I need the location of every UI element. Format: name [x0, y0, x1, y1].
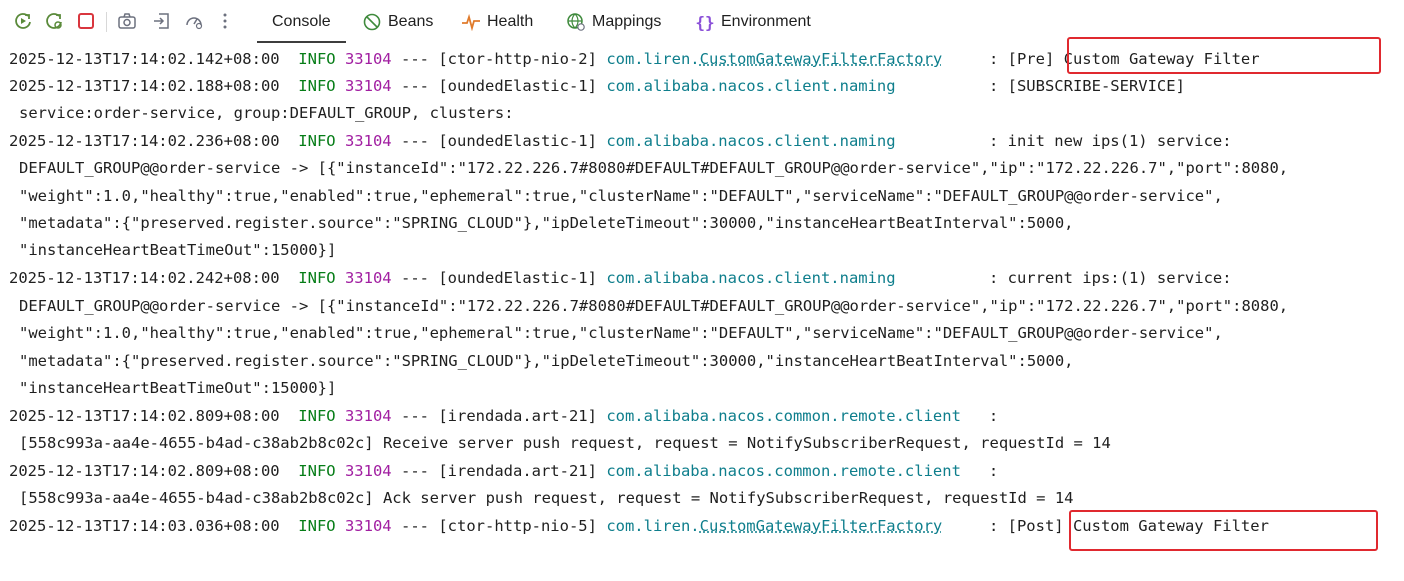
- log-separator: ---: [400, 407, 429, 425]
- environment-icon: {}: [695, 12, 715, 32]
- mappings-icon: [566, 12, 586, 32]
- log-colon: :: [988, 132, 999, 150]
- log-level: INFO: [298, 132, 336, 150]
- log-thread: [oundedElastic-1]: [438, 77, 597, 95]
- tab-environment[interactable]: {} Environment: [695, 0, 811, 44]
- log-timestamp: 2025-12-13T17:14:02.236+08:00: [9, 132, 280, 150]
- log-logger: com.alibaba.nacos.client.naming: [606, 269, 896, 287]
- console-output[interactable]: 2025-12-13T17:14:02.142+08:00 INFO 33104…: [0, 37, 1404, 581]
- log-timestamp: 2025-12-13T17:14:02.809+08:00: [9, 407, 280, 425]
- log-colon: :: [988, 77, 999, 95]
- log-logger: com.alibaba.nacos.common.remote.client: [606, 462, 961, 480]
- log-level: INFO: [298, 462, 336, 480]
- tab-environment-label: Environment: [721, 13, 811, 30]
- log-continuation: DEFAULT_GROUP@@order-service -> [{"insta…: [19, 159, 1289, 177]
- log-level: INFO: [298, 407, 336, 425]
- log-logger-link[interactable]: CustomGatewayFilterFactory: [700, 50, 943, 68]
- log-continuation: "metadata":{"preserved.register.source":…: [19, 214, 1074, 232]
- log-line: 2025-12-13T17:14:02.188+08:00 INFO 33104…: [9, 73, 1185, 100]
- log-timestamp: 2025-12-13T17:14:02.188+08:00: [9, 77, 280, 95]
- log-colon: :: [988, 517, 999, 535]
- log-logger: com.alibaba.nacos.common.remote.client: [606, 407, 961, 425]
- log-separator: ---: [400, 77, 429, 95]
- log-level: INFO: [298, 517, 336, 535]
- health-icon: [461, 12, 481, 32]
- log-colon: :: [988, 50, 999, 68]
- beans-icon: [362, 12, 382, 32]
- log-continuation: "instanceHeartBeatTimeOut":15000}]: [19, 379, 337, 397]
- log-thread: [oundedElastic-1]: [438, 132, 597, 150]
- log-logger-link[interactable]: CustomGatewayFilterFactory: [700, 517, 943, 535]
- camera-icon[interactable]: [116, 10, 138, 32]
- log-line: 2025-12-13T17:14:02.242+08:00 INFO 33104…: [9, 265, 1232, 292]
- log-continuation: "instanceHeartBeatTimeOut":15000}]: [19, 241, 337, 259]
- log-logger: com.alibaba.nacos.client.naming: [606, 77, 896, 95]
- restart-icon[interactable]: [43, 10, 65, 32]
- log-level: INFO: [298, 269, 336, 287]
- log-continuation: [558c993a-aa4e-4655-b4ad-c38ab2b8c02c] R…: [19, 434, 1111, 452]
- log-logger: com.alibaba.nacos.client.naming: [606, 132, 896, 150]
- active-tab-indicator: [257, 41, 346, 43]
- log-message: init new ips(1) service:: [1007, 132, 1232, 150]
- log-timestamp: 2025-12-13T17:14:02.142+08:00: [9, 50, 280, 68]
- highlight-box-pre: [1067, 37, 1381, 74]
- log-timestamp: 2025-12-13T17:14:02.809+08:00: [9, 462, 280, 480]
- log-continuation: "weight":1.0,"healthy":true,"enabled":tr…: [19, 324, 1223, 342]
- log-continuation: "weight":1.0,"healthy":true,"enabled":tr…: [19, 187, 1223, 205]
- log-thread: [ctor-http-nio-5]: [438, 517, 597, 535]
- log-pid: 33104: [344, 132, 392, 150]
- tab-health[interactable]: Health: [461, 0, 533, 44]
- log-continuation: [558c993a-aa4e-4655-b4ad-c38ab2b8c02c] A…: [19, 489, 1074, 507]
- log-separator: ---: [400, 517, 429, 535]
- log-thread: [irendada.art-21]: [438, 407, 597, 425]
- log-logger-package: com.liren.: [606, 50, 700, 68]
- log-continuation: DEFAULT_GROUP@@order-service -> [{"insta…: [19, 297, 1289, 315]
- log-pid: 33104: [344, 462, 392, 480]
- log-thread: [oundedElastic-1]: [438, 269, 597, 287]
- log-separator: ---: [400, 269, 429, 287]
- tab-mappings-label: Mappings: [592, 13, 662, 30]
- dashboard-icon[interactable]: [183, 10, 205, 32]
- log-thread: [ctor-http-nio-2]: [438, 50, 597, 68]
- log-line: 2025-12-13T17:14:02.809+08:00 INFO 33104…: [9, 403, 998, 430]
- log-message: [SUBSCRIBE-SERVICE]: [1007, 77, 1185, 95]
- tab-health-label: Health: [487, 13, 534, 30]
- log-pid: 33104: [344, 50, 392, 68]
- log-pid: 33104: [344, 407, 392, 425]
- tab-console[interactable]: Console: [272, 0, 331, 44]
- tab-beans[interactable]: Beans: [362, 0, 433, 44]
- log-timestamp: 2025-12-13T17:14:03.036+08:00: [9, 517, 280, 535]
- log-pid: 33104: [344, 77, 392, 95]
- rerun-icon[interactable]: [12, 10, 34, 32]
- log-level: INFO: [298, 50, 336, 68]
- log-separator: ---: [400, 50, 429, 68]
- toolbar-divider: [106, 12, 107, 32]
- log-pid: 33104: [344, 517, 392, 535]
- stop-icon[interactable]: [75, 10, 97, 32]
- exit-icon[interactable]: [150, 10, 172, 32]
- log-continuation: service:order-service, group:DEFAULT_GRO…: [19, 104, 514, 122]
- log-separator: ---: [400, 132, 429, 150]
- log-continuation: "metadata":{"preserved.register.source":…: [19, 352, 1074, 370]
- log-colon: :: [988, 407, 999, 425]
- more-options-icon[interactable]: [214, 10, 236, 32]
- tab-beans-label: Beans: [388, 13, 434, 30]
- log-logger-package: com.liren.: [606, 517, 700, 535]
- log-line: 2025-12-13T17:14:02.809+08:00 INFO 33104…: [9, 458, 998, 485]
- log-pid: 33104: [344, 269, 392, 287]
- log-message: current ips:(1) service:: [1007, 269, 1232, 287]
- log-colon: :: [988, 269, 999, 287]
- log-thread: [irendada.art-21]: [438, 462, 597, 480]
- log-line: 2025-12-13T17:14:02.236+08:00 INFO 33104…: [9, 128, 1232, 155]
- highlight-box-post: [1069, 510, 1378, 551]
- log-separator: ---: [400, 462, 429, 480]
- log-colon: :: [988, 462, 999, 480]
- log-level: INFO: [298, 77, 336, 95]
- tab-console-label: Console: [272, 13, 331, 30]
- tab-mappings[interactable]: Mappings: [566, 0, 661, 44]
- log-timestamp: 2025-12-13T17:14:02.242+08:00: [9, 269, 280, 287]
